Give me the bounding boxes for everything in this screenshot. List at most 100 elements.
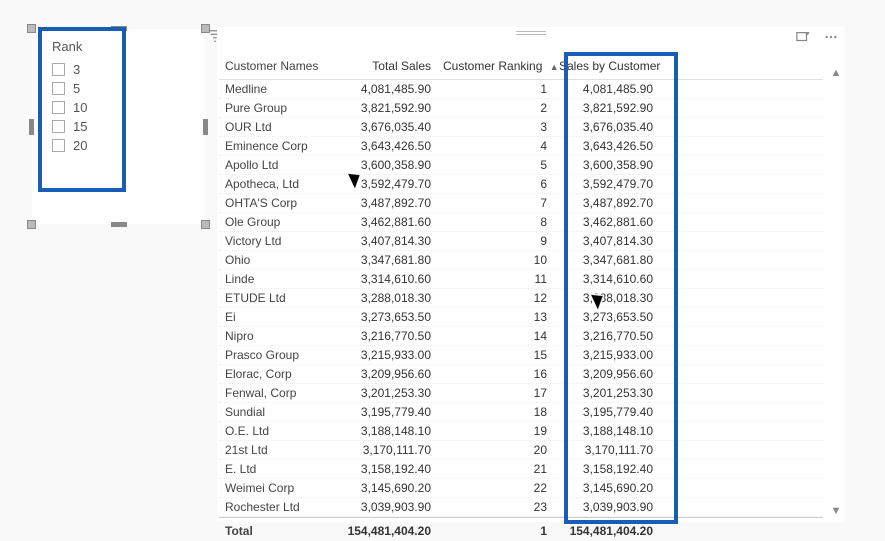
table-row[interactable]: Fenwal, Corp3,201,253.30173,201,253.30: [219, 384, 823, 403]
cell-rank: 2: [437, 99, 553, 117]
cell-sales-by-customer: 3,407,814.30: [553, 232, 659, 250]
table-row[interactable]: Prasco Group3,215,933.00153,215,933.00: [219, 346, 823, 365]
table-row[interactable]: Ei3,273,653.50133,273,653.50: [219, 308, 823, 327]
resize-handle-tl[interactable]: [27, 24, 36, 33]
cell-sales-by-customer: 3,643,426.50: [553, 137, 659, 155]
rank-slicer-visual[interactable]: Rank 3 5 10 15 20: [32, 29, 205, 224]
cell-total-sales: 3,288,018.30: [331, 289, 437, 307]
scroll-up-icon[interactable]: ▲: [830, 67, 842, 79]
cell-customer: Weimei Corp: [219, 479, 331, 497]
cell-customer: 21st Ltd: [219, 441, 331, 459]
cell-rank: 13: [437, 308, 553, 326]
cell-rank: 4: [437, 137, 553, 155]
cell-rank: 5: [437, 156, 553, 174]
cell-customer: Apollo Ltd: [219, 156, 331, 174]
table-row[interactable]: E. Ltd3,158,192.40213,158,192.40: [219, 460, 823, 479]
table-row[interactable]: Elorac, Corp3,209,956.60163,209,956.60: [219, 365, 823, 384]
cell-rank: 22: [437, 479, 553, 497]
col-sales-by-customer[interactable]: Sales by Customer: [553, 59, 659, 73]
focus-mode-icon[interactable]: [795, 29, 811, 45]
scroll-down-icon[interactable]: ▼: [830, 505, 842, 517]
table-row[interactable]: ETUDE Ltd3,288,018.30123,288,018.30: [219, 289, 823, 308]
table-row[interactable]: Nipro3,216,770.50143,216,770.50: [219, 327, 823, 346]
table-row[interactable]: Apotheca, Ltd3,592,479.7063,592,479.70: [219, 175, 823, 194]
vertical-scrollbar[interactable]: ▲ ▼: [829, 67, 843, 517]
data-grid: Customer Names Total Sales Customer Rank…: [219, 55, 823, 540]
checkbox-icon[interactable]: [52, 139, 65, 152]
slicer-item-label: 5: [73, 81, 80, 96]
table-row[interactable]: Pure Group3,821,592.9023,821,592.90: [219, 99, 823, 118]
cell-customer: Linde: [219, 270, 331, 288]
cell-sales-by-customer: 3,209,956.60: [553, 365, 659, 383]
cell-sales-by-customer: 3,592,479.70: [553, 175, 659, 193]
resize-handle-br[interactable]: [201, 220, 210, 229]
slicer-title: Rank: [52, 39, 112, 54]
checkbox-icon[interactable]: [52, 101, 65, 114]
cell-rank: 21: [437, 460, 553, 478]
table-row[interactable]: Apollo Ltd3,600,358.9053,600,358.90: [219, 156, 823, 175]
cell-total-sales: 3,821,592.90: [331, 99, 437, 117]
resize-handle-l[interactable]: [29, 119, 34, 135]
cell-total-sales: 3,314,610.60: [331, 270, 437, 288]
cell-total-sales: 3,600,358.90: [331, 156, 437, 174]
cell-sales-by-customer: 3,158,192.40: [553, 460, 659, 478]
table-row[interactable]: Linde3,314,610.60113,314,610.60: [219, 270, 823, 289]
cell-rank: 20: [437, 441, 553, 459]
cell-customer: ETUDE Ltd: [219, 289, 331, 307]
slicer-item-label: 15: [73, 119, 87, 134]
slicer-item[interactable]: 10: [52, 98, 112, 117]
cell-total-sales: 3,039,903.90: [331, 498, 437, 516]
table-row[interactable]: Victory Ltd3,407,814.3093,407,814.30: [219, 232, 823, 251]
table-row[interactable]: Ole Group3,462,881.6083,462,881.60: [219, 213, 823, 232]
cell-rank: 17: [437, 384, 553, 402]
table-row[interactable]: 21st Ltd3,170,111.70203,170,111.70: [219, 441, 823, 460]
cell-sales-by-customer: 3,462,881.60: [553, 213, 659, 231]
slicer-item[interactable]: 5: [52, 79, 112, 98]
table-row[interactable]: Weimei Corp3,145,690.20223,145,690.20: [219, 479, 823, 498]
cell-customer: E. Ltd: [219, 460, 331, 478]
slicer-item-label: 20: [73, 138, 87, 153]
cell-rank: 9: [437, 232, 553, 250]
slicer-item[interactable]: 3: [52, 60, 112, 79]
table-row[interactable]: Sundial3,195,779.40183,195,779.40: [219, 403, 823, 422]
cell-total-sales: 3,347,681.80: [331, 251, 437, 269]
resize-handle-b[interactable]: [111, 222, 127, 227]
cell-total-sales: 3,407,814.30: [331, 232, 437, 250]
col-customer-names[interactable]: Customer Names: [219, 59, 331, 73]
table-row[interactable]: O.E. Ltd3,188,148.10193,188,148.10: [219, 422, 823, 441]
table-row[interactable]: Ohio3,347,681.80103,347,681.80: [219, 251, 823, 270]
cell-rank: 6: [437, 175, 553, 193]
cell-rank: 15: [437, 346, 553, 364]
table-row[interactable]: OUR Ltd3,676,035.4033,676,035.40: [219, 118, 823, 137]
more-options-icon[interactable]: [823, 29, 839, 45]
cell-sales-by-customer: 3,288,018.30: [553, 289, 659, 307]
cell-sales-by-customer: 3,314,610.60: [553, 270, 659, 288]
customer-table-visual[interactable]: Customer Names Total Sales Customer Rank…: [217, 27, 845, 522]
total-sales-value: 154,481,404.20: [331, 522, 437, 540]
resize-handle-bl[interactable]: [27, 220, 36, 229]
col-customer-ranking[interactable]: Customer Ranking ▲: [437, 59, 553, 73]
grid-header: Customer Names Total Sales Customer Rank…: [219, 55, 823, 80]
table-row[interactable]: Rochester Ltd3,039,903.90233,039,903.90: [219, 498, 823, 517]
cell-customer: Pure Group: [219, 99, 331, 117]
cell-sales-by-customer: 4,081,485.90: [553, 80, 659, 98]
slicer-item[interactable]: 20: [52, 136, 112, 155]
table-row[interactable]: OHTA'S Corp3,487,892.7073,487,892.70: [219, 194, 823, 213]
resize-handle-r[interactable]: [203, 119, 208, 135]
drag-handle-icon[interactable]: [516, 31, 546, 35]
checkbox-icon[interactable]: [52, 82, 65, 95]
cell-total-sales: 3,158,192.40: [331, 460, 437, 478]
total-salesby-value: 154,481,404.20: [553, 522, 659, 540]
rank-slicer-content: Rank 3 5 10 15 20: [38, 27, 126, 192]
slicer-item[interactable]: 15: [52, 117, 112, 136]
cell-customer: OHTA'S Corp: [219, 194, 331, 212]
checkbox-icon[interactable]: [52, 63, 65, 76]
cell-rank: 12: [437, 289, 553, 307]
table-row[interactable]: Eminence Corp3,643,426.5043,643,426.50: [219, 137, 823, 156]
cell-sales-by-customer: 3,216,770.50: [553, 327, 659, 345]
cell-total-sales: 3,592,479.70: [331, 175, 437, 193]
checkbox-icon[interactable]: [52, 120, 65, 133]
col-total-sales[interactable]: Total Sales: [331, 59, 437, 73]
cell-total-sales: 3,216,770.50: [331, 327, 437, 345]
table-row[interactable]: Medline4,081,485.9014,081,485.90: [219, 80, 823, 99]
